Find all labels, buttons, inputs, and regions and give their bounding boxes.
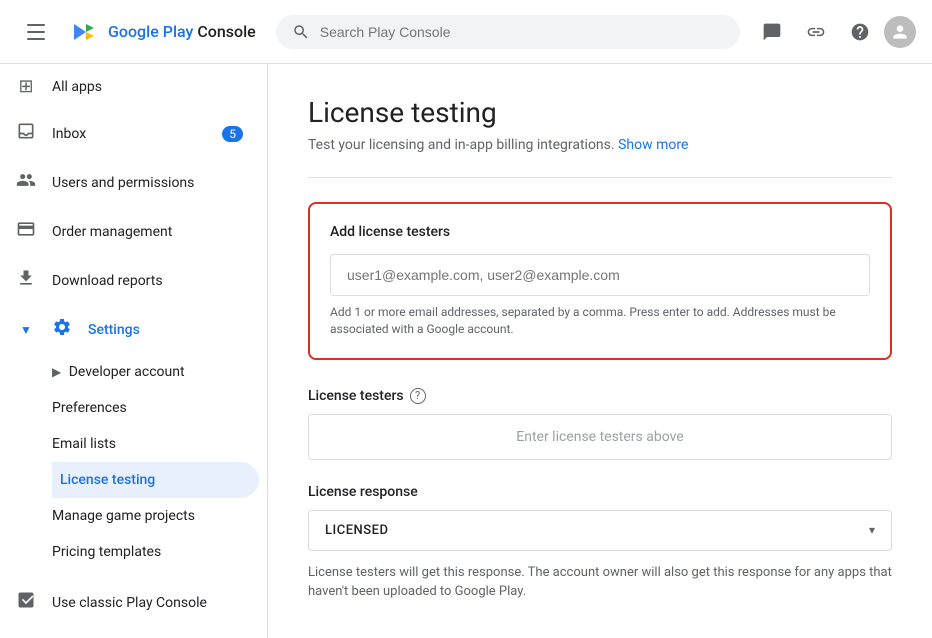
topbar-actions: [752, 12, 916, 52]
license-testers-label: License testers: [308, 388, 404, 404]
sidebar-item-inbox[interactable]: Inbox 5: [0, 109, 259, 158]
classic-icon: [16, 590, 36, 615]
apps-icon: ⊞: [16, 76, 36, 97]
testers-input-hint: Add 1 or more email addresses, separated…: [330, 304, 870, 338]
add-license-testers-box: Add license testers Add 1 or more email …: [308, 202, 892, 360]
testers-empty-placeholder: Enter license testers above: [308, 414, 892, 460]
search-box[interactable]: [276, 15, 740, 49]
license-testers-label-row: License testers ?: [308, 388, 892, 404]
main-content: License testing Test your licensing and …: [268, 64, 932, 638]
link-icon: [806, 22, 826, 42]
sidebar-item-label: Order management: [52, 224, 172, 240]
subtitle-text: Test your licensing and in-app billing i…: [308, 137, 615, 153]
sidebar-sub-item-label: Pricing templates: [52, 544, 161, 560]
sidebar-sub-item-label: Manage game projects: [52, 508, 195, 524]
hamburger-icon: [27, 24, 45, 40]
help-button[interactable]: [840, 12, 880, 52]
download-icon: [16, 268, 36, 293]
sidebar-item-label: Download reports: [52, 273, 163, 289]
topbar-brand-text: Google Play Console: [108, 22, 256, 41]
sidebar-sub-item-label: License testing: [60, 472, 155, 488]
main-layout: ⊞ All apps Inbox 5 Users and permissions…: [0, 64, 932, 638]
sidebar-item-email-lists[interactable]: Email lists: [52, 426, 259, 462]
sidebar-item-label: Use classic Play Console: [52, 595, 207, 611]
sidebar-item-manage-game-projects[interactable]: Manage game projects: [52, 498, 259, 534]
search-icon: [292, 23, 310, 41]
sidebar: ⊞ All apps Inbox 5 Users and permissions…: [0, 64, 268, 638]
notifications-button[interactable]: [752, 12, 792, 52]
order-icon: [16, 219, 36, 244]
user-avatar[interactable]: [884, 16, 916, 48]
search-input[interactable]: [320, 24, 724, 40]
topbar-logo: Google Play Console: [68, 16, 256, 48]
sidebar-sub-item-label: Developer account: [69, 364, 185, 380]
add-testers-label: Add license testers: [330, 224, 870, 240]
testers-email-input[interactable]: [330, 254, 870, 296]
sidebar-sub-item-label: Preferences: [52, 400, 127, 416]
license-testers-section: License testers ? Enter license testers …: [308, 388, 892, 460]
sidebar-item-label: Users and permissions: [52, 175, 194, 191]
page-title: License testing: [308, 96, 892, 129]
sidebar-item-developer-account[interactable]: ▶ Developer account: [52, 354, 259, 390]
menu-button[interactable]: [16, 12, 56, 52]
select-chevron-icon: ▾: [869, 523, 875, 537]
sidebar-item-settings[interactable]: ▼ Settings: [0, 305, 259, 354]
sidebar-item-pricing-templates[interactable]: Pricing templates: [52, 534, 259, 570]
license-response-section: License response LICENSED ▾ License test…: [308, 484, 892, 602]
inbox-icon: [16, 121, 36, 146]
sidebar-item-reports[interactable]: Download reports: [0, 256, 259, 305]
sidebar-item-preferences[interactable]: Preferences: [52, 390, 259, 426]
license-testers-help-button[interactable]: ?: [410, 388, 426, 404]
sidebar-item-all-apps[interactable]: ⊞ All apps: [0, 64, 259, 109]
sidebar-item-label: Inbox: [52, 126, 86, 142]
inbox-badge: 5: [222, 126, 243, 142]
avatar-icon: [890, 22, 910, 42]
divider: [308, 177, 892, 178]
sidebar-subnav: ▶ Developer account Preferences Email li…: [0, 354, 267, 570]
sidebar-item-users[interactable]: Users and permissions: [0, 158, 259, 207]
users-icon: [16, 170, 36, 195]
sidebar-item-use-classic[interactable]: Use classic Play Console: [0, 578, 259, 627]
sidebar-item-label: All apps: [52, 79, 102, 95]
page-subtitle: Test your licensing and in-app billing i…: [308, 137, 892, 153]
topbar: Google Play Console: [0, 0, 932, 64]
license-response-hint: License testers will get this response. …: [308, 563, 892, 602]
play-console-logo-icon: [68, 16, 100, 48]
chevron-icon: ▶: [52, 365, 61, 379]
sidebar-item-orders[interactable]: Order management: [0, 207, 259, 256]
sidebar-item-label: Settings: [88, 322, 140, 338]
show-more-link[interactable]: Show more: [618, 137, 688, 153]
link-button[interactable]: [796, 12, 836, 52]
license-response-select[interactable]: LICENSED ▾: [308, 510, 892, 551]
sidebar-item-license-testing[interactable]: License testing: [52, 462, 259, 498]
license-response-value: LICENSED: [325, 523, 388, 538]
comment-icon: [762, 22, 782, 42]
help-icon: [850, 22, 870, 42]
settings-icon: [52, 317, 72, 342]
license-response-label: License response: [308, 484, 892, 500]
search-container: [276, 15, 740, 49]
settings-chevron-icon: ▼: [16, 323, 36, 337]
sidebar-sub-item-label: Email lists: [52, 436, 116, 452]
